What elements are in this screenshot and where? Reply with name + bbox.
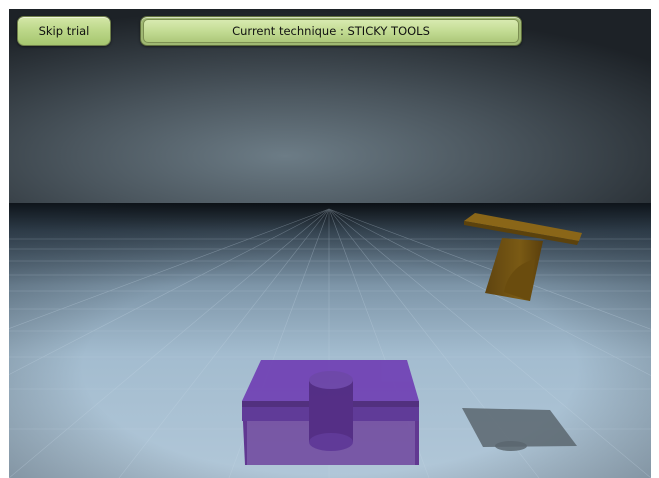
technique-banner: Current technique : STICKY TOOLS [140, 16, 522, 46]
3d-viewport[interactable]: Skip trial Current technique : STICKY TO… [9, 9, 651, 478]
technique-label: Current technique : STICKY TOOLS [143, 19, 519, 43]
skip-trial-button[interactable]: Skip trial [17, 16, 111, 46]
purple-target-block [242, 360, 419, 465]
scene-canvas[interactable] [9, 9, 651, 478]
